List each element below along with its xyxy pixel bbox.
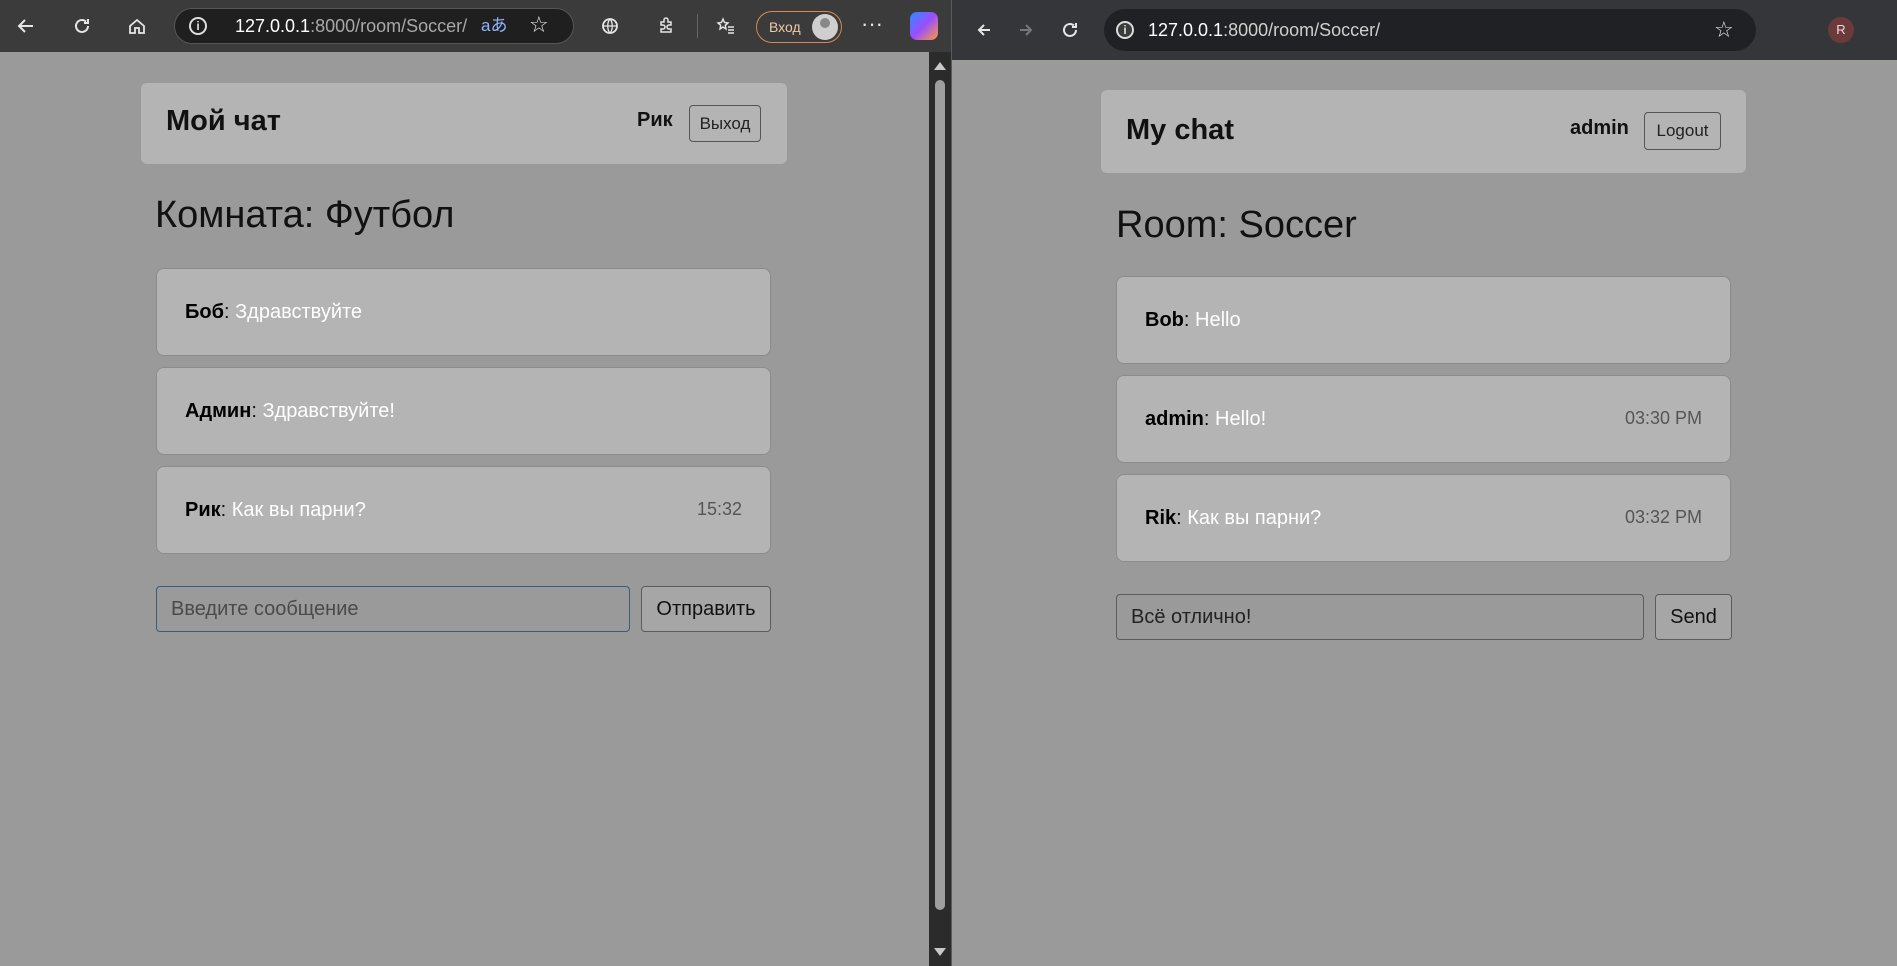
left-page-viewport: Мой чат Рик Выход Комната: Футбол Боб: З…	[0, 52, 951, 966]
left-browser-window: i 127.0.0.1:8000/room/Soccer/ aあ ☆ Вход …	[0, 0, 951, 966]
message-text: Hello	[1195, 309, 1241, 331]
url-path: :8000/room/Soccer/	[310, 16, 468, 36]
url-path: :8000/room/Soccer/	[1223, 20, 1381, 40]
brand-title[interactable]: Мой чат	[166, 105, 281, 138]
address-url: 127.0.0.1:8000/room/Soccer/	[1148, 9, 1380, 51]
address-url: 127.0.0.1:8000/room/Soccer/	[235, 9, 467, 43]
scroll-down-arrow-icon[interactable]	[934, 948, 946, 956]
home-icon[interactable]	[121, 10, 153, 42]
translate-icon[interactable]: aあ	[481, 9, 507, 43]
logout-button[interactable]: Logout	[1644, 112, 1721, 150]
bookmark-star-icon[interactable]: ☆	[1714, 9, 1734, 51]
message-text: Здравствуйте	[235, 301, 363, 323]
vertical-scrollbar[interactable]	[929, 52, 951, 966]
current-username: Рик	[637, 109, 673, 131]
reload-icon[interactable]	[1054, 14, 1086, 46]
site-info-icon[interactable]: i	[189, 17, 207, 35]
scroll-thumb[interactable]	[935, 80, 945, 910]
url-host: 127.0.0.1	[1148, 20, 1224, 40]
profile-avatar-icon[interactable]: R	[1828, 17, 1854, 43]
room-title: Room: Soccer	[1116, 204, 1357, 246]
message-text: Как вы парни?	[1187, 507, 1322, 529]
back-arrow-icon[interactable]	[10, 10, 42, 42]
message-item: Rik: Как вы парни? 03:32 PM	[1116, 474, 1731, 562]
logout-button[interactable]: Выход	[689, 105, 761, 142]
message-item: Админ: Здравствуйте!	[156, 367, 771, 455]
message-line: Рик: Как вы парни?	[185, 499, 366, 521]
toolbar-separator	[697, 14, 698, 38]
send-button[interactable]: Send	[1655, 594, 1732, 640]
message-line: admin: Hello!	[1145, 408, 1267, 430]
message-item: Боб: Здравствуйте	[156, 268, 771, 356]
message-line: Админ: Здравствуйте!	[185, 400, 395, 422]
message-text: Здравствуйте!	[262, 400, 395, 422]
brand-title[interactable]: My chat	[1126, 114, 1234, 147]
message-author: Рик	[185, 499, 221, 521]
message-author: Боб	[185, 301, 224, 323]
right-page-viewport: My chat admin Logout Room: Soccer Bob: H…	[952, 60, 1897, 966]
scroll-up-arrow-icon[interactable]	[934, 62, 946, 70]
message-input[interactable]	[156, 586, 630, 632]
message-line: Bob: Hello	[1145, 309, 1241, 331]
browser-essentials-icon[interactable]	[594, 10, 626, 42]
message-text: Как вы парни?	[231, 499, 366, 521]
message-item: admin: Hello! 03:30 PM	[1116, 375, 1731, 463]
current-username: admin	[1570, 117, 1629, 139]
room-title: Комната: Футбол	[155, 194, 455, 236]
message-item: Рик: Как вы парни? 15:32	[156, 466, 771, 554]
send-button[interactable]: Отправить	[641, 586, 771, 632]
message-author: Rik	[1145, 507, 1177, 529]
profile-avatar-icon	[812, 14, 838, 40]
site-info-icon[interactable]: i	[1116, 21, 1134, 39]
favorite-star-icon[interactable]: ☆	[529, 8, 549, 42]
message-time: 03:32 PM	[1624, 507, 1702, 527]
forward-arrow-icon	[1010, 14, 1042, 46]
message-author: Админ	[185, 400, 252, 422]
message-text: Hello!	[1215, 408, 1267, 430]
more-options-icon[interactable]: ···	[856, 10, 888, 42]
navbar: My chat admin Logout	[1101, 90, 1746, 173]
navbar: Мой чат Рик Выход	[141, 83, 787, 164]
url-host: 127.0.0.1	[235, 16, 311, 36]
favorites-icon[interactable]	[710, 10, 742, 42]
message-time: 15:32	[696, 499, 742, 519]
message-item: Bob: Hello	[1116, 276, 1731, 364]
message-line: Боб: Здравствуйте	[185, 301, 363, 323]
reload-icon[interactable]	[66, 10, 98, 42]
address-bar[interactable]: i 127.0.0.1:8000/room/Soccer/ ☆	[1104, 9, 1756, 51]
copilot-icon[interactable]	[910, 12, 938, 40]
right-browser-window: i 127.0.0.1:8000/room/Soccer/ ☆ R My cha…	[952, 0, 1897, 966]
right-browser-toolbar: i 127.0.0.1:8000/room/Soccer/ ☆ R	[952, 0, 1897, 60]
message-line: Rik: Как вы парни?	[1145, 507, 1322, 529]
message-time: 03:30 PM	[1624, 408, 1702, 428]
address-bar[interactable]: i 127.0.0.1:8000/room/Soccer/ aあ ☆	[174, 8, 574, 44]
message-author: Bob	[1145, 309, 1184, 331]
left-browser-toolbar: i 127.0.0.1:8000/room/Soccer/ aあ ☆ Вход …	[0, 0, 951, 52]
signin-label: Вход	[769, 19, 801, 35]
back-arrow-icon[interactable]	[968, 14, 1000, 46]
message-author: admin	[1145, 408, 1204, 430]
extensions-icon[interactable]	[650, 10, 682, 42]
message-input[interactable]	[1116, 594, 1644, 640]
signin-button[interactable]: Вход	[756, 11, 842, 43]
